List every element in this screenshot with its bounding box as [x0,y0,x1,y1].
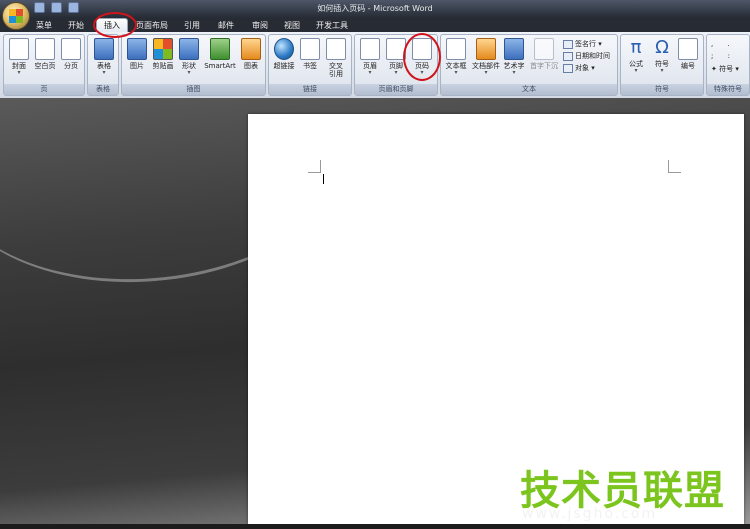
table-icon [94,38,114,60]
numbering-icon [678,38,698,60]
omega-icon: Ω [655,37,669,58]
picture-button[interactable]: 图片 [124,38,150,84]
chart-button[interactable]: 图表 [238,38,264,84]
signature-icon [563,39,573,49]
group-text: 文本框 ▾ 文档部件 ▾ 艺术字 ▾ 首字下沉 签名行 ▾ 日期和时间 对象 ▾ 文本 [440,34,618,96]
group-label-tables: 表格 [88,84,118,95]
blank-page-icon [35,38,55,60]
clip-art-icon [153,38,173,60]
tab-developer[interactable]: 开发工具 [312,19,352,32]
pi-icon: π [630,37,642,58]
date-time-button[interactable]: 日期和时间 [563,51,610,61]
signature-line-button[interactable]: 签名行 ▾ [563,39,602,49]
page-break-button[interactable]: 分页 [58,38,84,84]
group-label-special-symbols: 特殊符号 [707,84,749,95]
group-label-text: 文本 [441,84,617,95]
group-label-links: 链接 [269,84,351,95]
tab-menu[interactable]: 菜单 [30,19,58,32]
insert-tab-highlight [93,12,137,38]
text-cursor [323,174,324,184]
calendar-icon [563,51,573,61]
tab-view[interactable]: 视图 [280,19,304,32]
group-tables: 表格 ▾ 表格 [87,34,119,96]
group-label-pages: 页 [4,84,84,95]
tab-home[interactable]: 开始 [62,19,90,32]
smartart-button[interactable]: SmartArt [202,38,238,84]
page-break-icon [61,38,81,60]
text-box-button[interactable]: 文本框 ▾ [443,38,469,84]
tab-review[interactable]: 审阅 [248,19,272,32]
drop-cap-button[interactable]: 首字下沉 [529,38,559,84]
quick-parts-icon [476,38,496,60]
group-label-symbols: 符号 [621,84,703,95]
page-number-highlight [403,33,441,81]
equation-button[interactable]: π 公式 ▾ [623,38,649,84]
group-label-header-footer: 页眉和页脚 [355,84,437,95]
quick-parts-button[interactable]: 文档部件 ▾ [471,38,501,84]
group-special-symbols: , . ; : ✦ 符号 ▾ 特殊符号 [706,34,750,96]
office-button[interactable] [2,2,30,30]
watermark-url: www.jsgho.com [522,506,658,522]
shapes-button[interactable]: 形状 ▾ [176,38,202,84]
wordart-button[interactable]: 艺术字 ▾ [501,38,527,84]
status-bar [0,524,750,529]
group-symbols: π 公式 ▾ Ω 符号 ▾ 编号 符号 [620,34,704,96]
symbol-button[interactable]: Ω 符号 ▾ [649,38,675,84]
globe-icon [274,38,294,60]
bookmark-icon [300,38,320,60]
cross-reference-icon [326,38,346,60]
object-icon [563,63,573,73]
blank-page-button[interactable]: 空白页 [32,38,58,84]
punctuation-row-1[interactable]: , . [711,39,736,49]
table-button[interactable]: 表格 ▾ [91,38,117,84]
header-button[interactable]: 页眉 ▾ [357,38,383,84]
office-logo-icon [9,9,23,23]
tab-mailings[interactable]: 邮件 [214,19,238,32]
bookmark-button[interactable]: 书签 [297,38,323,84]
tab-page-layout[interactable]: 页面布局 [132,19,172,32]
smartart-icon [210,38,230,60]
numbering-button[interactable]: 编号 [675,38,701,84]
cover-page-button[interactable]: 封面 ▾ [6,38,32,84]
ribbon: 封面 ▾ 空白页 分页 页 表格 ▾ 表格 图片 剪贴画 形状 ▾ SmartA… [0,32,750,99]
picture-icon [127,38,147,60]
cover-page-icon [9,38,29,60]
text-box-icon [446,38,466,60]
margin-corner-top-left [308,160,321,173]
hyperlink-button[interactable]: 超链接 [271,38,297,84]
redo-icon[interactable] [68,2,79,13]
drop-cap-icon [534,38,554,60]
object-button[interactable]: 对象 ▾ [563,63,595,73]
shapes-icon [179,38,199,60]
group-label-illustrations: 插图 [122,84,265,95]
group-pages: 封面 ▾ 空白页 分页 页 [3,34,85,96]
punctuation-row-2[interactable]: ; : [711,51,736,61]
tab-references[interactable]: 引用 [180,19,204,32]
group-illustrations: 图片 剪贴画 形状 ▾ SmartArt 图表 插图 [121,34,266,96]
margin-corner-top-right [668,160,681,173]
header-icon [360,38,380,60]
undo-icon[interactable] [51,2,62,13]
special-symbol-button[interactable]: ✦ 符号 ▾ [711,64,739,74]
cross-reference-button[interactable]: 交叉 引用 [323,38,349,84]
chart-icon [241,38,261,60]
clip-art-button[interactable]: 剪贴画 [150,38,176,84]
group-links: 超链接 书签 交叉 引用 链接 [268,34,352,96]
watermark: 技术员联盟 www.jsgho.com [520,458,740,524]
wordart-icon [504,38,524,60]
quick-access-toolbar [34,2,79,14]
document-name: 如何插入页码 [317,4,366,13]
save-icon[interactable] [34,2,45,13]
app-name: Microsoft Word [373,4,433,13]
